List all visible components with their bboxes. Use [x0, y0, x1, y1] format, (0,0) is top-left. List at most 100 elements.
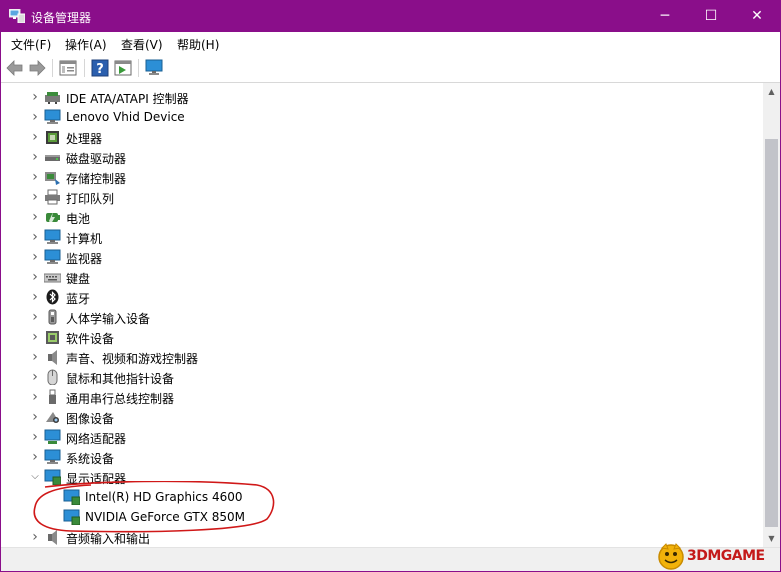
- minimize-button[interactable]: ─: [642, 1, 688, 32]
- tree-node[interactable]: › 电池: [5, 207, 755, 227]
- tree-node[interactable]: › 存储控制器: [5, 167, 755, 187]
- monitor-icon[interactable]: [145, 59, 163, 77]
- tree-node-label: 监视器: [66, 252, 103, 266]
- chevron-right-icon[interactable]: ›: [29, 370, 41, 384]
- help-icon[interactable]: ?: [91, 59, 109, 77]
- window-title: 设备管理器: [31, 11, 92, 25]
- chevron-right-icon[interactable]: ›: [29, 390, 41, 404]
- watermark: 3DMGAME: [656, 542, 780, 571]
- usb-icon: [49, 389, 56, 404]
- watermark-text: 3DMGAME: [687, 548, 765, 564]
- tree-node[interactable]: › 鼠标和其他指针设备: [5, 367, 755, 387]
- speaker-icon: [48, 350, 57, 365]
- tree-node[interactable]: › 人体学输入设备: [5, 307, 755, 327]
- toolbar-separator: [138, 59, 139, 77]
- mouse-icon: [47, 369, 58, 385]
- tree-node-label: 蓝牙: [66, 292, 91, 306]
- chevron-right-icon[interactable]: ›: [29, 270, 41, 284]
- ide-controller-icon: [45, 92, 60, 104]
- battery-icon: [46, 212, 60, 224]
- tree-node-label: 存储控制器: [66, 172, 127, 186]
- chevron-right-icon[interactable]: ›: [29, 310, 41, 324]
- tree-node-label: 处理器: [66, 132, 103, 146]
- tree-node-label: 键盘: [66, 272, 91, 286]
- system-device-icon: [44, 449, 61, 464]
- computer-icon: [44, 229, 61, 244]
- tree-node[interactable]: › 处理器: [5, 127, 755, 147]
- chevron-right-icon[interactable]: ›: [29, 430, 41, 444]
- tree-node[interactable]: › 通用串行总线控制器: [5, 387, 755, 407]
- chevron-right-icon[interactable]: ›: [29, 150, 41, 164]
- disk-drive-icon: [45, 155, 60, 161]
- tree-node[interactable]: › 键盘: [5, 267, 755, 287]
- chevron-right-icon[interactable]: ›: [29, 90, 41, 104]
- annotation-circle: [33, 481, 275, 533]
- close-button[interactable]: ✕: [734, 1, 780, 32]
- tree-node[interactable]: › 蓝牙: [5, 287, 755, 307]
- tree-node-label: 声音、视频和游戏控制器: [66, 352, 199, 366]
- device-tree: › IDE ATA/ATAPI 控制器 › Lenovo Vhid Device › 处理…: [5, 83, 761, 547]
- tree-node-label: 打印队列: [66, 192, 115, 206]
- menu-help[interactable]: 帮助(H): [177, 36, 219, 53]
- scroll-thumb[interactable]: [765, 139, 778, 527]
- forward-icon[interactable]: [28, 59, 46, 77]
- chevron-right-icon[interactable]: ›: [29, 190, 41, 204]
- chevron-right-icon[interactable]: ›: [29, 330, 41, 344]
- tree-node-label: 通用串行总线控制器: [66, 392, 175, 406]
- software-device-icon: [46, 331, 59, 344]
- tree-node[interactable]: › 打印队列: [5, 187, 755, 207]
- toolbar-separator: [52, 59, 53, 77]
- tree-node-label: 人体学输入设备: [66, 312, 151, 326]
- tree-node[interactable]: › 磁盘驱动器: [5, 147, 755, 167]
- printer-icon: [45, 189, 60, 205]
- device-manager-icon: [9, 9, 25, 23]
- properties-icon[interactable]: [59, 59, 77, 77]
- back-icon[interactable]: [6, 59, 24, 77]
- menu-bar: 文件(F) 操作(A) 查看(V) 帮助(H): [1, 32, 780, 55]
- processor-icon: [46, 131, 59, 144]
- chevron-right-icon[interactable]: ›: [29, 210, 41, 224]
- tree-node-label: 软件设备: [66, 332, 115, 346]
- watermark-logo-icon: [658, 543, 684, 570]
- tree-node-label: IDE ATA/ATAPI 控制器: [66, 92, 189, 106]
- tree-node[interactable]: › 图像设备: [5, 407, 755, 427]
- menu-view[interactable]: 查看(V): [121, 36, 163, 53]
- device-manager-window: 设备管理器 ─ ☐ ✕ 文件(F) 操作(A) 查看(V) 帮助(H) ? › …: [0, 0, 781, 572]
- menu-action[interactable]: 操作(A): [65, 36, 107, 53]
- tree-node-label: Lenovo Vhid Device: [66, 110, 185, 124]
- chevron-right-icon[interactable]: ›: [29, 130, 41, 144]
- scroll-up-icon[interactable]: ▲: [763, 83, 780, 100]
- title-bar[interactable]: 设备管理器 ─ ☐ ✕: [1, 1, 780, 32]
- network-icon: [44, 429, 61, 444]
- tree-node[interactable]: › Lenovo Vhid Device: [5, 107, 755, 127]
- chevron-right-icon[interactable]: ›: [29, 290, 41, 304]
- chevron-right-icon[interactable]: ›: [29, 230, 41, 244]
- tree-node[interactable]: › 网络适配器: [5, 427, 755, 447]
- menu-file[interactable]: 文件(F): [11, 36, 51, 53]
- chevron-right-icon[interactable]: ›: [29, 110, 41, 124]
- tree-node[interactable]: › 软件设备: [5, 327, 755, 347]
- bluetooth-icon: [46, 289, 59, 305]
- chevron-right-icon[interactable]: ›: [29, 250, 41, 264]
- camera-icon: [46, 412, 59, 423]
- run-icon[interactable]: [114, 59, 132, 77]
- chevron-right-icon[interactable]: ›: [29, 170, 41, 184]
- vertical-scrollbar[interactable]: ▲ ▼: [763, 83, 780, 547]
- tree-node-label: 磁盘驱动器: [66, 152, 127, 166]
- tree-node-label: 网络适配器: [66, 432, 127, 446]
- tree-node-label: 系统设备: [66, 452, 115, 466]
- chevron-right-icon[interactable]: ›: [29, 410, 41, 424]
- hid-icon: [48, 309, 57, 325]
- monitor-icon: [44, 109, 61, 124]
- tree-node[interactable]: › 监视器: [5, 247, 755, 267]
- tree-node[interactable]: › 计算机: [5, 227, 755, 247]
- tree-node[interactable]: › IDE ATA/ATAPI 控制器: [5, 87, 755, 107]
- maximize-button[interactable]: ☐: [688, 1, 734, 32]
- chevron-right-icon[interactable]: ›: [29, 350, 41, 364]
- monitor-icon: [44, 249, 61, 264]
- tree-node-label: 鼠标和其他指针设备: [66, 372, 175, 386]
- tree-node-label: 图像设备: [66, 412, 115, 426]
- tree-node[interactable]: › 系统设备: [5, 447, 755, 467]
- tree-node[interactable]: › 声音、视频和游戏控制器: [5, 347, 755, 367]
- chevron-right-icon[interactable]: ›: [29, 450, 41, 464]
